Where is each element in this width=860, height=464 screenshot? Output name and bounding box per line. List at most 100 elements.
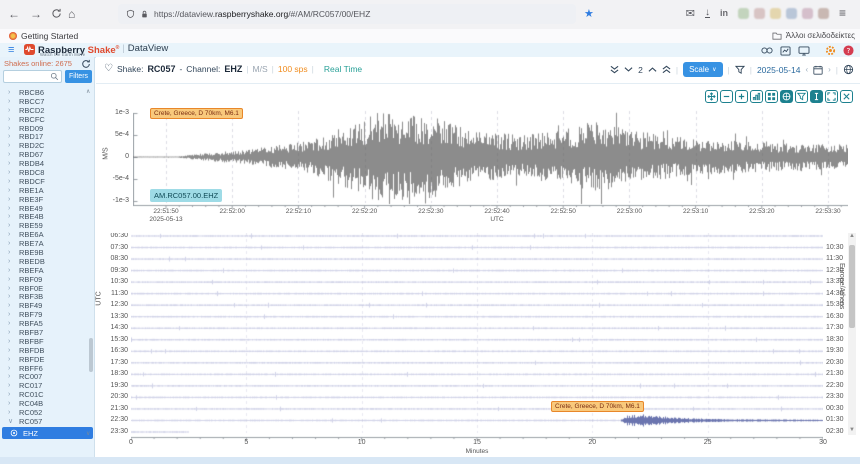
pocket-icon[interactable]: ✉ — [686, 7, 695, 20]
chevron-right-icon[interactable]: › — [8, 116, 13, 123]
chevron-right-icon[interactable]: › — [8, 196, 13, 203]
sidebar-station[interactable]: ›RBD17 — [0, 132, 88, 141]
shield-icon[interactable] — [126, 9, 135, 19]
browser-menu-icon[interactable]: ≡ — [839, 6, 846, 20]
back-icon[interactable]: ← — [8, 6, 20, 22]
chevron-right-icon[interactable]: › — [8, 187, 13, 194]
date-value[interactable]: 2025-05-14 — [757, 65, 800, 75]
sidebar-station[interactable]: ›RBCC7 — [0, 97, 88, 106]
chevron-right-icon[interactable]: › — [8, 213, 13, 220]
help-icon[interactable]: ? — [843, 45, 854, 56]
goggles-icon[interactable] — [761, 46, 773, 55]
x-tick-label: 22:52:10 — [274, 208, 322, 215]
grid-button[interactable] — [765, 90, 778, 103]
filter-funnel-icon[interactable] — [735, 65, 745, 75]
amplitude-button[interactable] — [750, 90, 763, 103]
station-search-input[interactable] — [3, 70, 62, 83]
helicorder-row-time-local: 19:30 — [826, 347, 844, 354]
helicorder-row-time-local: 02:30 — [826, 428, 844, 435]
sidebar-station[interactable]: ›RBD2C — [0, 141, 88, 150]
app-menu-icon[interactable]: ≡ — [8, 44, 14, 56]
settings-gear-icon[interactable] — [825, 45, 836, 56]
sidebar-station[interactable]: ›RBDB4 — [0, 159, 88, 168]
y-tick-label: 5e-4 — [101, 131, 129, 138]
chevron-right-icon[interactable]: › — [8, 160, 13, 167]
event-label[interactable]: Crete, Greece, D 70km, M6.1 — [150, 108, 243, 119]
pan-button[interactable] — [705, 90, 718, 103]
sidebar-station[interactable]: ›RBCD2 — [0, 106, 88, 115]
zoom-in-button[interactable] — [735, 90, 748, 103]
chart-report-icon[interactable] — [780, 46, 791, 56]
chevron-right-icon[interactable]: › — [8, 178, 13, 185]
sidebar-station[interactable]: ›RBD09 — [0, 124, 88, 133]
helicorder-scroll-up-icon[interactable]: ▲ — [848, 233, 856, 239]
globe-settings-icon[interactable] — [843, 64, 854, 75]
sidebar-station[interactable]: ›RBE4B — [0, 212, 88, 221]
chevron-right-icon[interactable]: › — [8, 107, 13, 114]
spectrogram-button[interactable] — [780, 90, 793, 103]
date-next-icon[interactable]: › — [828, 65, 831, 74]
sidebar-station[interactable]: ›RBE3F — [0, 195, 88, 204]
reload-icon[interactable] — [51, 8, 62, 19]
chevron-right-icon[interactable]: › — [8, 169, 13, 176]
home-icon[interactable]: ⌂ — [68, 6, 75, 22]
helicorder-row-time-utc: 18:30 — [98, 370, 128, 377]
chevron-up-icon[interactable] — [648, 66, 657, 73]
sidebar-station[interactable]: ›RBDC8 — [0, 168, 88, 177]
url-bar[interactable]: https://dataview.raspberryshake.org/#/AM… — [118, 4, 576, 24]
sidebar-station[interactable]: ›RBE49 — [0, 204, 88, 213]
helicorder-row-time-local: 01:30 — [826, 416, 844, 423]
chevron-right-icon[interactable]: › — [8, 89, 13, 96]
linkedin-icon[interactable]: in — [720, 8, 728, 18]
helicorder-row-time-utc: 13:30 — [98, 313, 128, 320]
bookmark-getting-started[interactable]: Getting Started — [9, 31, 78, 41]
helicorder-plot[interactable] — [131, 233, 823, 445]
stream-label[interactable]: AM.RC057.00.EHZ — [150, 189, 222, 202]
spectrogram-icon — [782, 92, 791, 101]
chevron-right-icon[interactable]: › — [8, 125, 13, 132]
sidebar-station[interactable]: ›RBCB6 — [0, 88, 88, 97]
cursor-button[interactable] — [810, 90, 823, 103]
monitor-icon[interactable] — [798, 46, 810, 56]
sidebar-station[interactable]: ›RBD67 — [0, 150, 88, 159]
padlock-icon[interactable] — [140, 9, 149, 19]
double-chevron-down-icon[interactable] — [610, 65, 619, 74]
chevron-right-icon[interactable]: › — [8, 142, 13, 149]
other-bookmarks[interactable]: Άλλοι σελιδοδείκτες — [772, 31, 855, 40]
chevron-right-icon[interactable]: › — [8, 133, 13, 140]
chevron-down-icon[interactable] — [624, 66, 633, 73]
extension-icons[interactable] — [738, 8, 829, 19]
helicorder-scrollbar-thumb[interactable] — [849, 245, 855, 328]
forward-icon[interactable]: → — [30, 6, 42, 22]
filters-button[interactable]: Filters — [65, 70, 92, 83]
downloads-icon[interactable]: ↓ — [705, 8, 710, 18]
chevron-right-icon[interactable]: › — [8, 98, 13, 105]
helicorder-event-label[interactable]: Crete, Greece, D 70km, M6.1 — [551, 401, 644, 412]
sidebar-station[interactable]: ›RBCFC — [0, 115, 88, 124]
date-prev-icon[interactable]: ‹ — [805, 65, 808, 74]
chevron-right-icon[interactable]: › — [8, 205, 13, 212]
scale-button[interactable]: Scale∨ — [683, 62, 722, 77]
close-button[interactable] — [840, 90, 853, 103]
fullscreen-button[interactable] — [825, 90, 838, 103]
bookmark-star-icon[interactable]: ★ — [584, 7, 594, 20]
chevron-right-icon[interactable]: › — [8, 222, 13, 229]
sidebar-station[interactable]: ›RBE1A — [0, 186, 88, 195]
calendar-icon[interactable] — [813, 65, 823, 75]
search-icon — [50, 72, 59, 81]
sidebar-station[interactable]: ›RBE59 — [0, 221, 88, 230]
helicorder-scroll-down-icon[interactable]: ▼ — [848, 427, 856, 433]
chevron-right-icon[interactable]: › — [8, 151, 13, 158]
units-label: M/S — [253, 64, 268, 74]
helicorder-row-time-utc: 21:30 — [98, 405, 128, 412]
filter-icon — [797, 92, 806, 101]
double-chevron-up-icon[interactable] — [662, 65, 671, 74]
x-axis-date: 2025-05-13 — [142, 216, 190, 223]
filter-button[interactable] — [795, 90, 808, 103]
seismogram-plot[interactable] — [133, 105, 848, 209]
sidebar-scroll-up-icon[interactable]: ∧ — [86, 88, 90, 95]
refresh-icon[interactable] — [81, 59, 91, 69]
sidebar-station[interactable]: ›RBDCF — [0, 177, 88, 186]
favorite-heart-icon[interactable]: ♡ — [104, 63, 113, 74]
zoom-out-button[interactable] — [720, 90, 733, 103]
